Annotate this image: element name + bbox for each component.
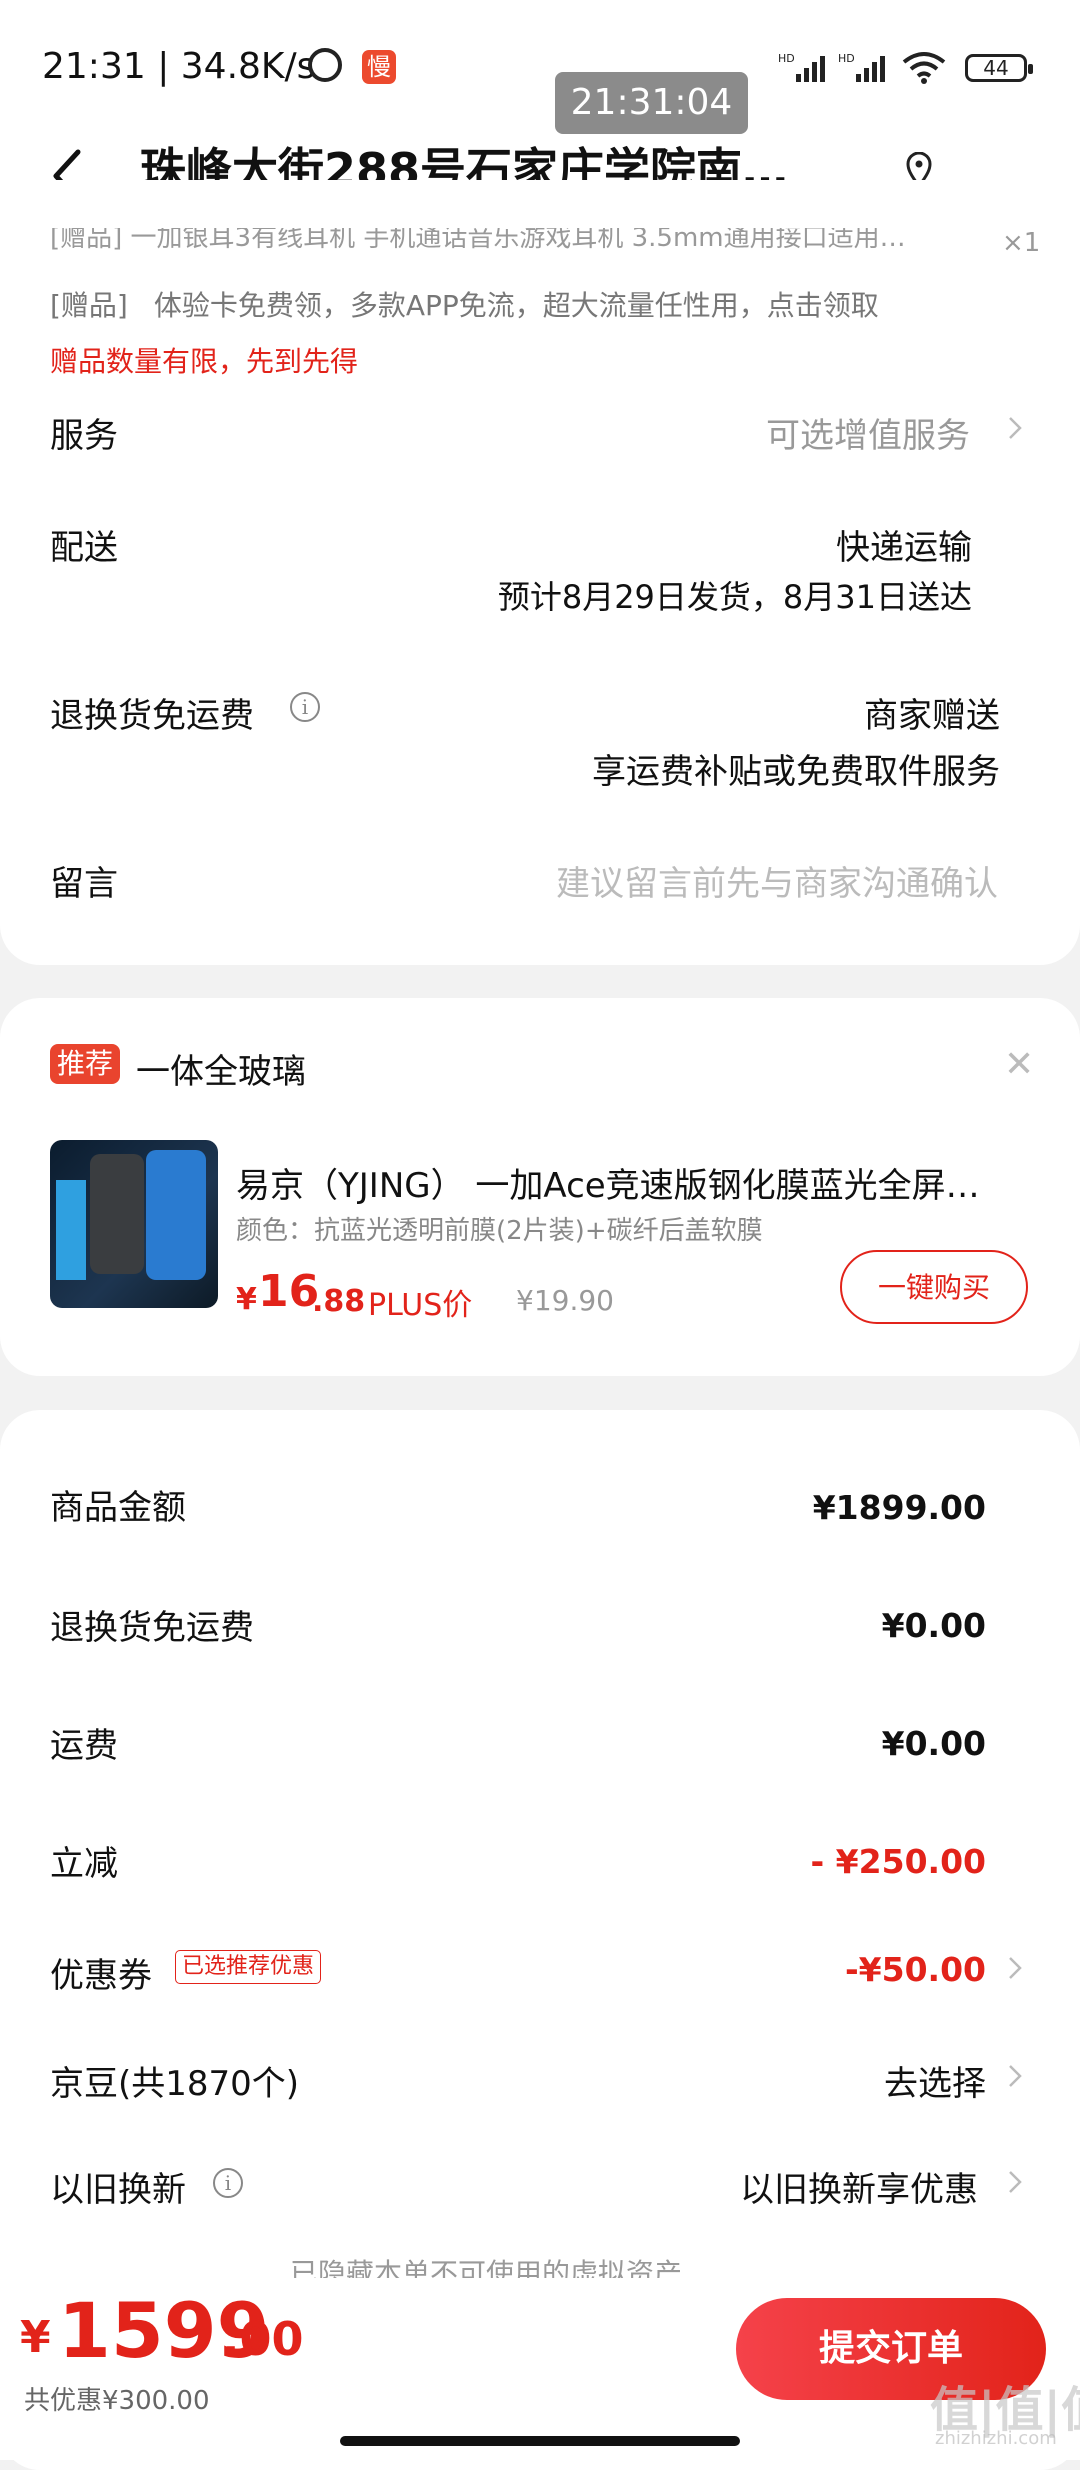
service-label: 服务 bbox=[50, 416, 118, 456]
chevron-right-icon[interactable] bbox=[1008, 2064, 1022, 2088]
signal-icon: HD bbox=[838, 52, 885, 82]
delivery-method[interactable]: 快递运输 bbox=[836, 520, 972, 569]
svg-text:HD: HD bbox=[838, 52, 855, 65]
discount-label: 立减 bbox=[50, 1844, 118, 1884]
watermark-url: zhizhizhi.com bbox=[935, 2428, 1057, 2449]
svg-text:HD: HD bbox=[778, 52, 795, 65]
freight-label: 运费 bbox=[50, 1726, 118, 1766]
signal-icon: HD bbox=[778, 52, 825, 82]
goods-amount-value: ¥1899.00 bbox=[812, 1488, 986, 1527]
message-input[interactable]: 建议留言前先与商家沟通确认 bbox=[556, 856, 998, 905]
price-decimal: .88 bbox=[312, 1284, 366, 1319]
chevron-right-icon[interactable] bbox=[1008, 1956, 1022, 1980]
alarm-icon bbox=[308, 48, 342, 82]
coupon-tag: 已选推荐优惠 bbox=[175, 1950, 322, 1984]
delivery-label: 配送 bbox=[50, 528, 118, 568]
screenshot-time-overlay: 21:31:04 bbox=[555, 72, 748, 134]
price-symbol: ¥ bbox=[236, 1282, 257, 1317]
gift-item[interactable]: [赠品] 一加银耳3有线耳机 手机通话音乐游戏耳机 3.5mm通用接口适用… bbox=[50, 228, 1010, 254]
return-fee-value: ¥0.00 bbox=[881, 1606, 986, 1645]
return-free-label: 退换货免运费 bbox=[50, 696, 254, 736]
return-free-value: 商家赠送 bbox=[864, 696, 1000, 736]
info-icon[interactable]: i bbox=[290, 692, 320, 722]
total-symbol: ¥ bbox=[20, 2312, 51, 2363]
total-decimal: .00 bbox=[222, 2312, 304, 2366]
wifi-icon bbox=[902, 52, 946, 84]
product-image[interactable] bbox=[50, 1140, 218, 1308]
total-savings: 共优惠¥300.00 bbox=[24, 2386, 210, 2416]
freight-value: ¥0.00 bbox=[881, 1724, 986, 1763]
jd-beans-value[interactable]: 去选择 bbox=[884, 2056, 986, 2105]
home-indicator[interactable] bbox=[340, 2436, 740, 2446]
original-price: ¥19.90 bbox=[516, 1284, 614, 1317]
delivery-eta: 预计8月29日发货，8月31日送达 bbox=[497, 578, 972, 616]
coupon-label[interactable]: 优惠券 bbox=[50, 1948, 152, 1997]
gift-quantity: ×1 bbox=[1002, 228, 1041, 258]
gift-tag: [赠品] bbox=[50, 289, 128, 322]
product-attribute: 颜色：抗蓝光透明前膜(2片装)+碳纤后盖软膜 bbox=[236, 1216, 763, 1246]
chevron-right-icon[interactable] bbox=[1008, 2170, 1022, 2194]
coupon-value[interactable]: -¥50.00 bbox=[845, 1950, 986, 1989]
info-icon[interactable]: i bbox=[213, 2168, 243, 2198]
recommend-badge: 推荐 bbox=[50, 1044, 120, 1084]
price-integer: 16 bbox=[258, 1266, 320, 1317]
product-label-graphic bbox=[56, 1180, 86, 1280]
one-click-buy-button[interactable]: 一键购买 bbox=[840, 1250, 1028, 1324]
recommend-title: 一体全玻璃 bbox=[136, 1052, 306, 1092]
product-title[interactable]: 易京（YJING） 一加Ace竞速版钢化膜蓝光全屏… bbox=[236, 1158, 1016, 1207]
gift-warning: 赠品数量有限，先到先得 bbox=[50, 345, 359, 378]
discount-value: - ¥250.00 bbox=[810, 1842, 987, 1881]
hidden-assets-note[interactable]: 已隐藏本单不可使用的虚拟资产 bbox=[290, 2252, 682, 2278]
jd-beans-label[interactable]: 京豆(共1870个) bbox=[50, 2056, 299, 2105]
chevron-right-icon[interactable] bbox=[1008, 416, 1022, 440]
battery-icon: 44 bbox=[965, 54, 1033, 82]
message-label: 留言 bbox=[50, 864, 118, 904]
gift-text: 体验卡免费领，多款APP免流，超大流量任性用，点击领取 bbox=[153, 289, 879, 322]
return-free-sub: 享运费补贴或免费取件服务 bbox=[592, 752, 1000, 792]
trade-in-label[interactable]: 以旧换新 bbox=[50, 2162, 186, 2211]
phone-back-graphic bbox=[90, 1154, 144, 1274]
close-icon[interactable]: ✕ bbox=[1004, 1044, 1034, 1085]
status-time: 21:31 | 34.8K/s bbox=[42, 46, 316, 87]
trade-in-value[interactable]: 以旧换新享优惠 bbox=[740, 2162, 978, 2211]
service-value[interactable]: 可选增值服务 bbox=[766, 408, 970, 457]
gift-item[interactable]: [赠品] 体验卡免费领，多款APP免流，超大流量任性用，点击领取 bbox=[50, 284, 879, 324]
plus-price-label: PLUS价 bbox=[368, 1288, 473, 1323]
goods-amount-label: 商品金额 bbox=[50, 1488, 186, 1528]
return-fee-label: 退换货免运费 bbox=[50, 1608, 254, 1648]
phone-front-graphic bbox=[146, 1150, 206, 1280]
app-notification-icon: 慢 bbox=[362, 50, 396, 84]
